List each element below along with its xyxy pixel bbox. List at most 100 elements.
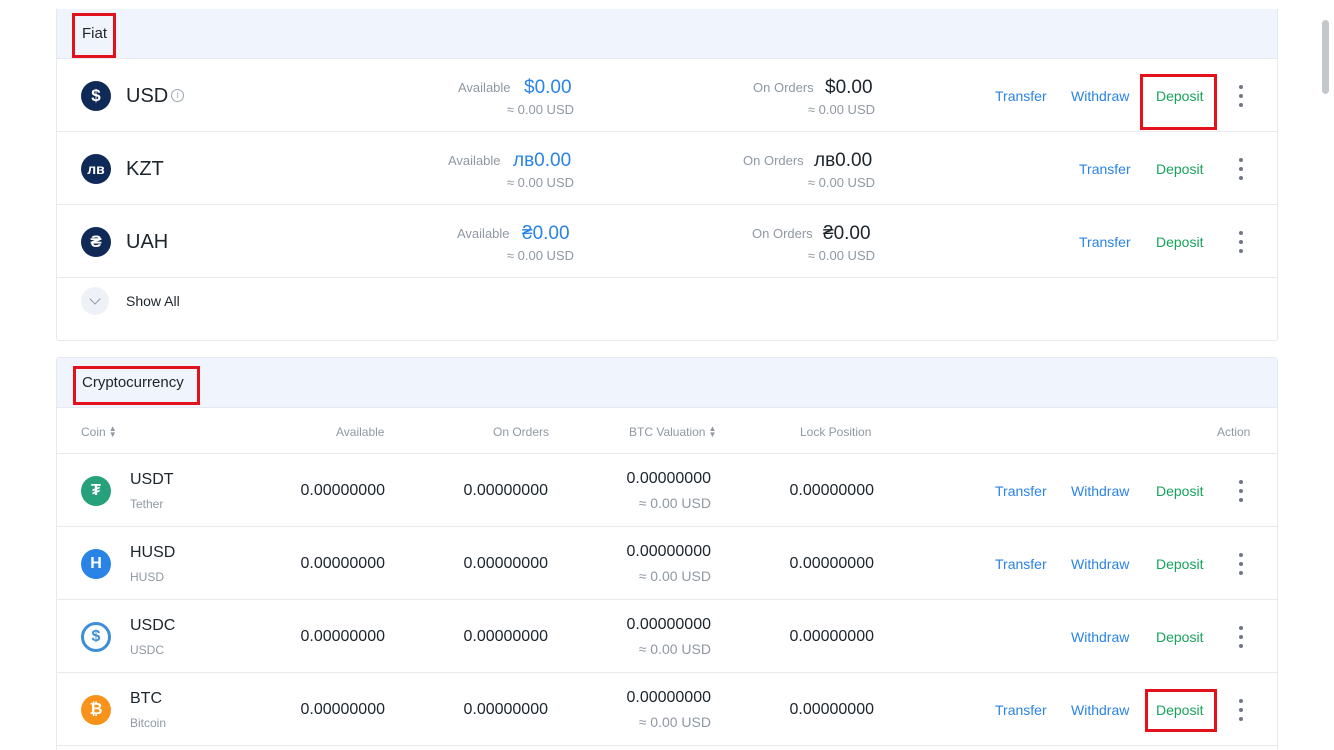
on-orders-label: On Orders — [743, 153, 804, 168]
sort-icon[interactable]: ▲ ▼ — [708, 425, 716, 439]
btc-value: 0.00000000 — [626, 470, 711, 487]
deposit-button[interactable]: Deposit — [1156, 234, 1203, 250]
transfer-button[interactable]: Transfer — [995, 88, 1047, 104]
deposit-button[interactable]: Deposit — [1156, 483, 1203, 499]
btc-value: 0.00000000 — [626, 543, 711, 560]
more-options-icon[interactable] — [1238, 480, 1244, 502]
available-label: Available — [457, 226, 510, 241]
btc-value: 0.00000000 — [626, 689, 711, 706]
coin-row-husd: H HUSD HUSD 0.00000000 0.00000000 0.0000… — [57, 527, 1277, 600]
transfer-button[interactable]: Transfer — [995, 702, 1047, 718]
lock-position-value: 0.00000000 — [789, 555, 874, 572]
lock-position-value: 0.00000000 — [789, 482, 874, 499]
deposit-button[interactable]: Deposit — [1156, 702, 1203, 718]
transfer-button[interactable]: Transfer — [995, 483, 1047, 499]
fiat-header: Fiat — [57, 9, 1277, 59]
available-value: ₴0.00 — [522, 223, 570, 244]
fiat-row-usd: $ USD i Available $0.00 ≈ 0.00 USD On Ord… — [57, 59, 1277, 132]
scrollbar[interactable] — [1322, 20, 1329, 94]
available-value: 0.00000000 — [300, 555, 385, 572]
coin-symbol: BTC — [130, 690, 162, 707]
more-options-icon[interactable] — [1238, 85, 1244, 107]
btc-value: 0.00000000 — [626, 616, 711, 633]
available-usd: ≈ 0.00 USD — [506, 248, 574, 263]
coin-name: USDC — [130, 643, 165, 657]
deposit-button[interactable]: Deposit — [1156, 161, 1203, 177]
on-orders-value: лв0.00 — [814, 150, 873, 171]
withdraw-button[interactable]: Withdraw — [1071, 483, 1129, 499]
available-label: Available — [448, 153, 501, 168]
fiat-title: Fiat — [82, 25, 108, 42]
tenge-icon: лв — [81, 154, 111, 184]
available-usd: ≈ 0.00 USD — [506, 102, 574, 117]
withdraw-button[interactable]: Withdraw — [1071, 88, 1129, 104]
more-options-icon[interactable] — [1238, 626, 1244, 648]
withdraw-button[interactable]: Withdraw — [1071, 629, 1129, 645]
on-orders-usd: ≈ 0.00 USD — [807, 102, 875, 117]
on-orders-value: $0.00 — [825, 77, 873, 98]
btc-usd-value: ≈ 0.00 USD — [638, 641, 711, 657]
available-value: $0.00 — [524, 77, 572, 98]
crypto-header: Cryptocurrency — [57, 358, 1277, 408]
coin-row-usdc: $ USDC USDC 0.00000000 0.00000000 0.0000… — [57, 600, 1277, 673]
fiat-section: Fiat $ USD i Available $0.00 ≈ 0.00 USD O… — [56, 9, 1278, 341]
fiat-row-kzt: лв KZT Available лв0.00 ≈ 0.00 USD On Or… — [57, 132, 1277, 205]
usdc-icon: $ — [81, 622, 111, 652]
on-orders-label: On Orders — [753, 80, 814, 95]
husd-icon: H — [81, 549, 111, 579]
chevron-down-icon[interactable] — [81, 287, 109, 315]
sort-icon[interactable]: ▲ ▼ — [109, 425, 117, 439]
on-orders-value: 0.00000000 — [463, 482, 548, 499]
btc-usd-value: ≈ 0.00 USD — [638, 495, 711, 511]
coin-symbol: HUSD — [130, 544, 176, 561]
transfer-button[interactable]: Transfer — [1079, 161, 1131, 177]
on-orders-value: 0.00000000 — [463, 701, 548, 718]
available-usd: ≈ 0.00 USD — [506, 175, 574, 190]
on-orders-label: On Orders — [752, 226, 813, 241]
more-options-icon[interactable] — [1238, 231, 1244, 253]
coin-row-usdt: ₮ USDT Tether 0.00000000 0.00000000 0.00… — [57, 454, 1277, 527]
fiat-row-uah: ₴ UAH Available ₴0.00 ≈ 0.00 USD On Orde… — [57, 205, 1277, 278]
more-options-icon[interactable] — [1238, 699, 1244, 721]
btc-valuation-header[interactable]: BTC Valuation ▲ ▼ — [629, 425, 716, 440]
on-orders-usd: ≈ 0.00 USD — [807, 175, 875, 190]
coin-name: Tether — [130, 497, 164, 511]
crypto-section: Cryptocurrency Coin ▲ ▼ Available On Order… — [56, 357, 1278, 750]
on-orders-value: 0.00000000 — [463, 628, 548, 645]
coin-name: HUSD — [130, 570, 165, 584]
available-header: Available — [336, 425, 385, 439]
coin-name: Bitcoin — [130, 716, 167, 730]
deposit-button[interactable]: Deposit — [1156, 88, 1203, 104]
hryvnia-icon: ₴ — [81, 227, 111, 257]
available-value: 0.00000000 — [300, 482, 385, 499]
crypto-title: Cryptocurrency — [82, 374, 184, 391]
dollar-icon: $ — [81, 81, 111, 111]
coin-row-btc: ₿ BTC Bitcoin 0.00000000 0.00000000 0.00… — [57, 673, 1277, 746]
info-icon[interactable]: i — [171, 89, 185, 102]
show-all-label[interactable]: Show All — [126, 293, 180, 309]
transfer-button[interactable]: Transfer — [1079, 234, 1131, 250]
on-orders-usd: ≈ 0.00 USD — [807, 248, 875, 263]
lock-position-header: Lock Position — [800, 425, 872, 439]
withdraw-button[interactable]: Withdraw — [1071, 556, 1129, 572]
show-all-row[interactable]: Show All — [57, 287, 1277, 341]
on-orders-value: 0.00000000 — [463, 555, 548, 572]
transfer-button[interactable]: Transfer — [995, 556, 1047, 572]
available-value: 0.00000000 — [300, 628, 385, 645]
fiat-name: KZT — [126, 158, 164, 180]
coin-header[interactable]: Coin ▲ ▼ — [81, 425, 117, 440]
tether-icon: ₮ — [81, 476, 111, 506]
available-value: 0.00000000 — [300, 701, 385, 718]
more-options-icon[interactable] — [1238, 553, 1244, 575]
balances-page: Fiat $ USD i Available $0.00 ≈ 0.00 USD O… — [0, 0, 1334, 750]
withdraw-button[interactable]: Withdraw — [1071, 702, 1129, 718]
on-orders-header: On Orders — [493, 425, 550, 439]
deposit-button[interactable]: Deposit — [1156, 556, 1203, 572]
lock-position-value: 0.00000000 — [789, 628, 874, 645]
coin-symbol: USDC — [130, 617, 176, 634]
deposit-button[interactable]: Deposit — [1156, 629, 1203, 645]
available-label: Available — [458, 80, 511, 95]
table-header: Coin ▲ ▼ Available On Orders BTC Valuation… — [57, 408, 1277, 454]
more-options-icon[interactable] — [1238, 158, 1244, 180]
lock-position-value: 0.00000000 — [789, 701, 874, 718]
